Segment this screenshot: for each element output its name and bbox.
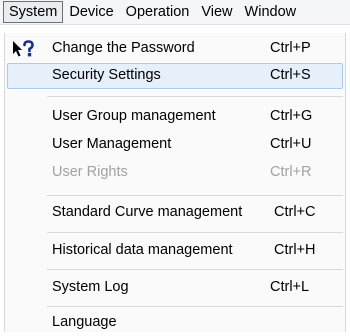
menu-item-label: User Rights [52,164,128,180]
menu-separator [47,195,343,196]
menu-item-user-management[interactable]: User Management Ctrl+U [7,132,343,158]
menu-item-shortcut: Ctrl+H [274,242,316,258]
menu-item-label: User Management [52,136,172,152]
menu-item-change-password[interactable]: Change the Password Ctrl+P [7,36,343,62]
menu-item-shortcut: Ctrl+U [270,136,312,152]
menu-window[interactable]: Window [239,1,303,23]
menu-item-shortcut: Ctrl+R [270,164,312,180]
menu-separator [47,96,343,97]
menu-item-label: Change the Password [52,40,195,56]
menu-item-label: Historical data management [52,242,233,258]
menu-separator [47,232,343,233]
menu-item-historical-data-management[interactable]: Historical data management Ctrl+H [7,238,343,264]
menu-item-user-rights[interactable]: User Rights Ctrl+R [7,160,343,186]
menu-item-shortcut: Ctrl+C [274,204,316,220]
menu-item-label: User Group management [52,108,216,124]
menu-item-security-settings[interactable]: Security Settings Ctrl+S [7,63,343,89]
menu-item-user-group-management[interactable]: User Group management Ctrl+G [7,104,343,130]
menu-item-label: Standard Curve management [52,204,243,220]
menu-item-label: Language [52,314,117,330]
menu-item-language[interactable]: Language [7,310,343,336]
menu-item-shortcut: Ctrl+L [270,279,310,295]
menu-bar: System Device Operation View Window [0,0,350,25]
menu-item-shortcut: Ctrl+S [270,67,311,83]
help-pointer-icon [13,40,34,57]
menu-item-shortcut: Ctrl+P [270,40,311,56]
menu-view[interactable]: View [195,1,238,23]
menu-operation[interactable]: Operation [120,1,196,23]
menu-separator [47,306,343,307]
menu-item-label: Security Settings [52,67,161,83]
menu-system[interactable]: System [3,1,64,23]
menu-separator [47,269,343,270]
menu-item-label: System Log [52,279,129,295]
menu-item-standard-curve-management[interactable]: Standard Curve management Ctrl+C [7,200,343,226]
menu-item-shortcut: Ctrl+G [270,108,313,124]
system-dropdown-menu: Change the Password Ctrl+P Security Sett… [4,33,346,332]
menu-item-system-log[interactable]: System Log Ctrl+L [7,275,343,301]
menu-device[interactable]: Device [63,1,119,23]
